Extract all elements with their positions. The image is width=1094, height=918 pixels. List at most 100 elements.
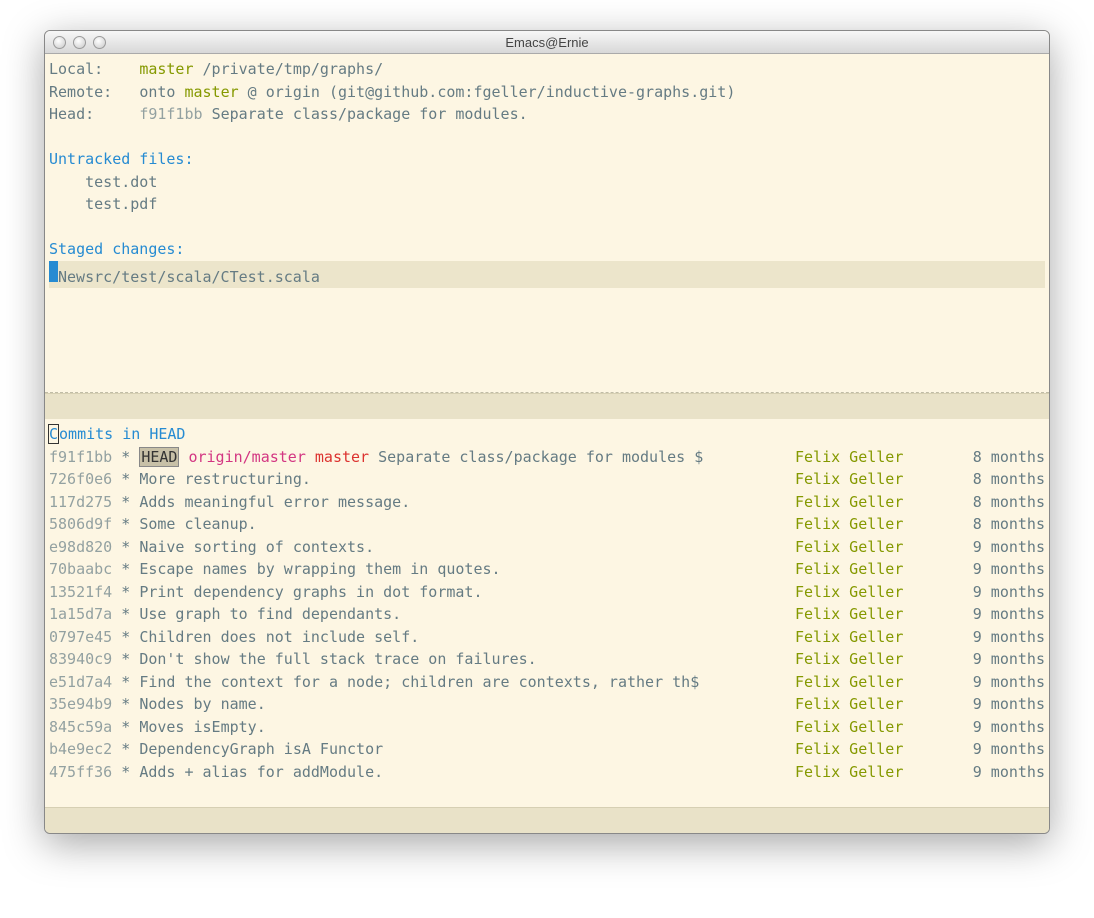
titlebar[interactable]: Emacs@Ernie	[45, 31, 1049, 54]
commit-message: Adds + alias for addModule.	[139, 761, 795, 784]
commit-author: Felix Geller	[795, 513, 945, 536]
head-msg: Separate class/package for modules.	[212, 105, 528, 123]
commit-hash: 845c59a	[49, 716, 112, 739]
commit-message: Print dependency graphs in dot format.	[139, 581, 795, 604]
commit-age: 9 months	[945, 581, 1045, 604]
commit-age: 9 months	[945, 693, 1045, 716]
commit-hash: 83940c9	[49, 648, 112, 671]
commit-row[interactable]: 1a15d7a * Use graph to find dependants.F…	[49, 603, 1045, 626]
commit-hash: 1a15d7a	[49, 603, 112, 626]
commit-row[interactable]: b4e9ec2 * DependencyGraph isA FunctorFel…	[49, 738, 1045, 761]
staged-file-row[interactable]: New src/test/scala/CTest.scala	[49, 261, 1045, 289]
graph-star: *	[112, 536, 139, 559]
commit-age: 9 months	[945, 671, 1045, 694]
graph-star: *	[112, 558, 139, 581]
commit-age: 9 months	[945, 536, 1045, 559]
commit-hash: 13521f4	[49, 581, 112, 604]
staged-header[interactable]: Staged changes:	[49, 238, 1045, 261]
local-line: Local: master /private/tmp/graphs/	[49, 58, 1045, 81]
commit-author: Felix Geller	[795, 446, 945, 469]
commit-age: 9 months	[945, 761, 1045, 784]
untracked-header[interactable]: Untracked files:	[49, 148, 1045, 171]
graph-star: *	[112, 626, 139, 649]
commit-row[interactable]: 0797e45 * Children does not include self…	[49, 626, 1045, 649]
commit-row[interactable]: 5806d9f * Some cleanup.Felix Geller8 mon…	[49, 513, 1045, 536]
remote-branch: master	[184, 83, 238, 101]
commit-row[interactable]: 70baabc * Escape names by wrapping them …	[49, 558, 1045, 581]
commit-row[interactable]: 726f0e6 * More restructuring.Felix Gelle…	[49, 468, 1045, 491]
commit-message: More restructuring.	[139, 468, 795, 491]
commit-row[interactable]: e51d7a4 * Find the context for a node; c…	[49, 671, 1045, 694]
commit-row[interactable]: 117d275 * Adds meaningful error message.…	[49, 491, 1045, 514]
remote-line: Remote: onto master @ origin (git@github…	[49, 81, 1045, 104]
local-path: /private/tmp/graphs/	[203, 60, 384, 78]
commit-message: Children does not include self.	[139, 626, 795, 649]
commit-row[interactable]: 35e94b9 * Nodes by name.Felix Geller9 mo…	[49, 693, 1045, 716]
commit-message: Use graph to find dependants.	[139, 603, 795, 626]
commit-row[interactable]: e98d820 * Naive sorting of contexts.Feli…	[49, 536, 1045, 559]
commit-age: 9 months	[945, 648, 1045, 671]
master-ref: master	[315, 448, 369, 466]
cursor: C	[48, 424, 59, 444]
commit-hash: 5806d9f	[49, 513, 112, 536]
origin-ref: origin/master	[188, 448, 305, 466]
cursor	[49, 261, 58, 282]
modeline-top	[45, 393, 1049, 419]
graph-star: *	[112, 738, 139, 761]
commit-row[interactable]: 13521f4 * Print dependency graphs in dot…	[49, 581, 1045, 604]
commit-author: Felix Geller	[795, 761, 945, 784]
graph-star: *	[112, 761, 139, 784]
commit-age: 8 months	[945, 513, 1045, 536]
local-branch: master	[139, 60, 193, 78]
commit-age: 9 months	[945, 603, 1045, 626]
commit-age: 9 months	[945, 626, 1045, 649]
commit-author: Felix Geller	[795, 536, 945, 559]
commit-author: Felix Geller	[795, 693, 945, 716]
commit-hash: 726f0e6	[49, 468, 112, 491]
commit-author: Felix Geller	[795, 468, 945, 491]
magit-status-pane[interactable]: Local: master /private/tmp/graphs/ Remot…	[45, 54, 1049, 393]
commit-message: Moves isEmpty.	[139, 716, 795, 739]
graph-star: *	[112, 648, 139, 671]
commit-age: 9 months	[945, 716, 1045, 739]
magit-log-pane[interactable]: Commits in HEAD f91f1bb * HEAD origin/ma…	[45, 419, 1049, 807]
graph-star: *	[112, 581, 139, 604]
commit-row[interactable]: 83940c9 * Don't show the full stack trac…	[49, 648, 1045, 671]
commit-message: Escape names by wrapping them in quotes.	[139, 558, 795, 581]
commit-message: Nodes by name.	[139, 693, 795, 716]
staged-file: src/test/scala/CTest.scala	[85, 266, 320, 289]
commit-author: Felix Geller	[795, 648, 945, 671]
graph-star: *	[112, 513, 139, 536]
commit-author: Felix Geller	[795, 558, 945, 581]
head-hash: f91f1bb	[139, 105, 202, 123]
commit-author: Felix Geller	[795, 738, 945, 761]
commit-hash: 35e94b9	[49, 693, 112, 716]
commit-hash: 117d275	[49, 491, 112, 514]
commit-hash: f91f1bb	[49, 446, 112, 469]
commit-message: Some cleanup.	[139, 513, 795, 536]
commit-message: HEAD origin/master master Separate class…	[139, 446, 795, 469]
graph-star: *	[112, 468, 139, 491]
commit-row[interactable]: 475ff36 * Adds + alias for addModule.Fel…	[49, 761, 1045, 784]
graph-star: *	[112, 446, 139, 469]
head-line: Head: f91f1bb Separate class/package for…	[49, 103, 1045, 126]
commit-row[interactable]: f91f1bb * HEAD origin/master master Sepa…	[49, 446, 1045, 469]
commit-message: Find the context for a node; children ar…	[139, 671, 795, 694]
modeline-bottom	[45, 807, 1049, 833]
commit-age: 8 months	[945, 491, 1045, 514]
commit-author: Felix Geller	[795, 626, 945, 649]
emacs-window: Emacs@Ernie Local: master /private/tmp/g…	[44, 30, 1050, 834]
commit-author: Felix Geller	[795, 671, 945, 694]
commit-author: Felix Geller	[795, 491, 945, 514]
untracked-file[interactable]: test.dot	[49, 171, 1045, 194]
untracked-file[interactable]: test.pdf	[49, 193, 1045, 216]
log-header: Commits in HEAD	[49, 423, 1045, 446]
commit-hash: 0797e45	[49, 626, 112, 649]
graph-star: *	[112, 603, 139, 626]
commit-row[interactable]: 845c59a * Moves isEmpty.Felix Geller9 mo…	[49, 716, 1045, 739]
graph-star: *	[112, 693, 139, 716]
commit-age: 8 months	[945, 446, 1045, 469]
commit-hash: e51d7a4	[49, 671, 112, 694]
graph-star: *	[112, 491, 139, 514]
graph-star: *	[112, 671, 139, 694]
